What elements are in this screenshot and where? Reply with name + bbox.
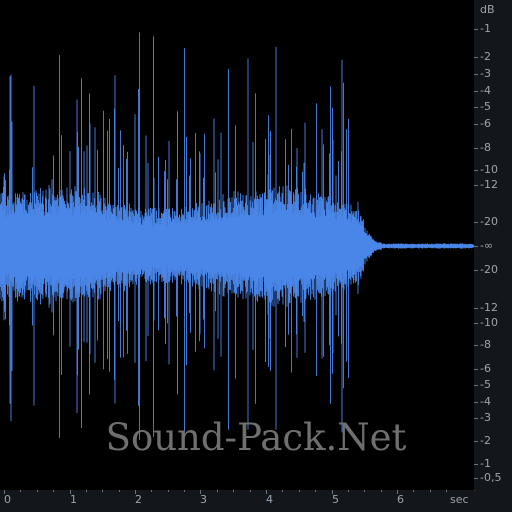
db-label: -3 (480, 411, 491, 424)
db-tick (474, 270, 478, 271)
db-tick (474, 74, 478, 75)
time-label: 5 (332, 493, 339, 506)
db-label: -4 (480, 84, 491, 97)
time-minor-tick (315, 490, 316, 492)
db-tick (474, 308, 478, 309)
time-minor-tick (381, 490, 382, 492)
time-minor-tick (233, 490, 234, 492)
db-tick (474, 385, 478, 386)
db-tick (474, 91, 478, 92)
db-tick (474, 148, 478, 149)
db-label: -12 (480, 301, 498, 314)
time-minor-tick (37, 490, 38, 492)
db-label: -1 (480, 22, 491, 35)
db-tick (474, 418, 478, 419)
db-label: -5 (480, 378, 491, 391)
time-minor-tick (430, 490, 431, 492)
db-tick (474, 402, 478, 403)
time-minor-tick (250, 490, 251, 492)
db-label: -4 (480, 395, 491, 408)
time-scale[interactable]: 0 1 2 3 4 5 6 sec (0, 490, 474, 512)
db-label: -6 (480, 362, 491, 375)
time-minor-tick (282, 490, 283, 492)
waveform-editor: dB -1 -2 -3 -4 -5 -6 -8 -10 -12 -20 -∞ -… (0, 0, 512, 512)
time-minor-tick (217, 490, 218, 492)
time-minor-tick (446, 490, 447, 492)
db-label: -20 (480, 263, 498, 276)
db-label: -6 (480, 117, 491, 130)
db-label: -8 (480, 338, 491, 351)
db-label-center: -∞ (480, 239, 494, 252)
db-label: -2 (480, 50, 491, 63)
time-minor-tick (168, 490, 169, 492)
db-label: -0,5 (480, 471, 502, 484)
db-label: -5 (480, 100, 491, 113)
db-label: -2 (480, 434, 491, 447)
db-tick (474, 124, 478, 125)
db-tick (474, 57, 478, 58)
db-tick (474, 369, 478, 370)
time-minor-tick (184, 490, 185, 492)
time-minor-tick (413, 490, 414, 492)
time-label: 6 (397, 493, 404, 506)
db-label: -10 (480, 163, 498, 176)
time-minor-tick (151, 490, 152, 492)
db-label: -8 (480, 141, 491, 154)
time-minor-tick (102, 490, 103, 492)
time-minor-tick (20, 490, 21, 492)
db-tick (474, 478, 478, 479)
db-tick (474, 29, 478, 30)
time-minor-tick (53, 490, 54, 492)
time-label: 4 (266, 493, 273, 506)
db-label: -1 (480, 457, 491, 470)
waveform-trace (0, 32, 474, 440)
waveform-display[interactable] (0, 0, 475, 491)
time-minor-tick (364, 490, 365, 492)
db-tick (474, 464, 478, 465)
db-tick (474, 107, 478, 108)
db-tick (474, 323, 478, 324)
time-minor-tick (119, 490, 120, 492)
db-label: -12 (480, 178, 498, 191)
db-tick (474, 246, 478, 247)
db-label: -3 (480, 67, 491, 80)
time-label: 2 (135, 493, 142, 506)
db-tick (474, 185, 478, 186)
db-label: -20 (480, 215, 498, 228)
time-label: 1 (70, 493, 77, 506)
db-tick (474, 170, 478, 171)
time-minor-tick (86, 490, 87, 492)
db-tick (474, 222, 478, 223)
time-label: 0 (4, 493, 11, 506)
db-unit-label: dB (480, 3, 495, 16)
time-unit-label: sec (450, 493, 469, 506)
time-label: 3 (200, 493, 207, 506)
db-tick (474, 345, 478, 346)
waveform (0, 32, 474, 440)
time-minor-tick (348, 490, 349, 492)
db-scale: dB -1 -2 -3 -4 -5 -6 -8 -10 -12 -20 -∞ -… (474, 0, 512, 490)
db-tick (474, 441, 478, 442)
time-minor-tick (299, 490, 300, 492)
db-label: -10 (480, 316, 498, 329)
